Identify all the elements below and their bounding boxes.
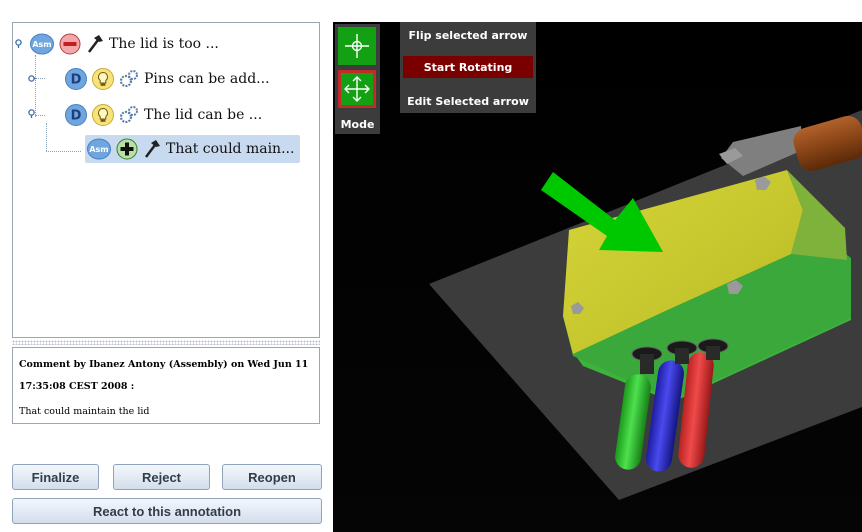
svg-text:D: D <box>71 73 82 88</box>
gears-icon <box>119 106 138 124</box>
tree-node-label: That could main... <box>166 141 295 157</box>
tree-node[interactable]: Asm The lid is too ... <box>30 30 219 58</box>
tree-connector <box>46 123 47 151</box>
move-mode-button[interactable] <box>338 70 376 108</box>
comment-body: That could maintain the lid <box>19 406 150 417</box>
start-rotating-button[interactable]: Start Rotating <box>403 56 533 78</box>
react-to-annotation-button[interactable]: React to this annotation <box>12 498 322 524</box>
hammer-icon <box>88 35 103 53</box>
move-arrows-icon <box>344 76 370 102</box>
annotation-tree[interactable]: Asm The lid is too ... D Pins can be add… <box>12 22 320 338</box>
tree-node[interactable]: D Pins can be add... <box>65 65 270 93</box>
tree-node-selected[interactable]: Asm That could main... <box>85 135 301 163</box>
asm-badge-icon: Asm <box>30 33 54 55</box>
lightbulb-icon <box>92 104 114 126</box>
edit-arrow-button[interactable]: Edit Selected arrow <box>400 90 536 112</box>
collapse-toggle-icon[interactable] <box>14 39 23 48</box>
svg-text:D: D <box>71 109 82 124</box>
3d-viewer[interactable]: Mode Flip selected arrow Start Rotating … <box>333 22 862 532</box>
reopen-button[interactable]: Reopen <box>222 464 322 490</box>
pin-shank <box>675 348 689 364</box>
lightbulb-icon <box>92 68 114 90</box>
flip-arrow-button[interactable]: Flip selected arrow <box>400 24 536 46</box>
minus-circle-icon <box>59 33 81 55</box>
mode-label: Mode <box>340 118 375 131</box>
tree-connector <box>35 115 45 116</box>
mode-toolbar: Mode <box>335 24 380 134</box>
reject-button[interactable]: Reject <box>113 464 210 490</box>
tree-node-label: Pins can be add... <box>144 71 270 87</box>
tree-node[interactable]: D The lid can be ... <box>65 101 262 129</box>
collapse-toggle-icon[interactable] <box>27 109 36 118</box>
svg-text:Asm: Asm <box>32 40 51 49</box>
select-mode-button[interactable] <box>338 27 376 65</box>
tree-node-label: The lid is too ... <box>109 36 219 52</box>
comment-header-line: Comment by Ibanez Antony (Assembly) on W… <box>19 359 309 370</box>
tree-connector <box>35 78 45 79</box>
splitter-grip[interactable] <box>12 340 320 345</box>
leaf-toggle-icon[interactable] <box>27 74 36 83</box>
pin-shank <box>706 346 720 360</box>
tree-connector <box>46 151 81 152</box>
pin-shank <box>640 354 654 374</box>
comment-header: Comment by Ibanez Antony (Assembly) on W… <box>19 354 313 398</box>
arrow-menu: Flip selected arrow Start Rotating Edit … <box>400 22 536 113</box>
tree-node-label: The lid can be ... <box>144 107 263 123</box>
hammer-icon <box>145 140 160 158</box>
comment-header-line: 17:35:08 CEST 2008 : <box>19 381 135 392</box>
gears-icon <box>119 70 138 88</box>
finalize-button[interactable]: Finalize <box>12 464 99 490</box>
crosshair-icon <box>345 34 369 58</box>
d-badge-icon: D <box>65 68 87 90</box>
svg-text:Asm: Asm <box>89 145 108 154</box>
plus-circle-icon <box>116 138 138 160</box>
comment-box: Comment by Ibanez Antony (Assembly) on W… <box>12 347 320 424</box>
annotation-panel: Asm The lid is too ... D Pins can be add… <box>0 0 333 532</box>
tree-connector <box>35 55 36 117</box>
asm-badge-icon: Asm <box>87 138 111 160</box>
d-badge-icon: D <box>65 104 87 126</box>
